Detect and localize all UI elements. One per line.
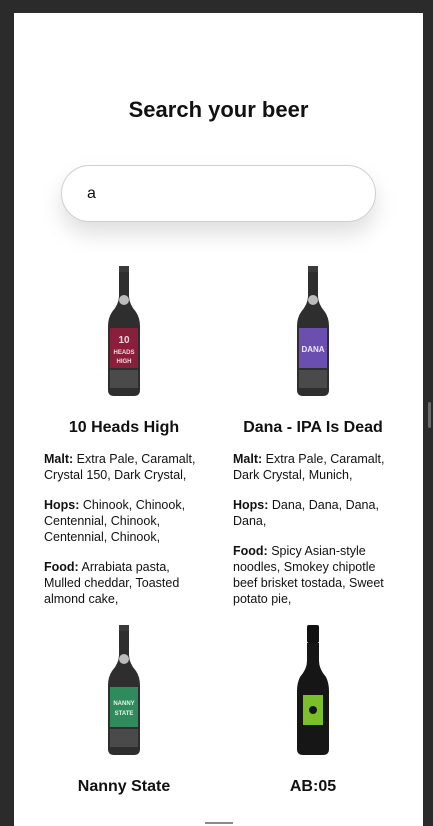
beer-bottle-image: NANNY STATE [108,625,140,755]
svg-text:STATE: STATE [115,711,134,717]
beer-bottle-image [297,625,329,755]
beer-card[interactable]: DANA Dana - IPA Is Dead Malt: Extra Pale… [233,266,393,607]
svg-text:10: 10 [118,335,130,346]
beer-hops: Hops: Dana, Dana, Dana, Dana, [233,497,393,529]
page-title: Search your beer [128,97,309,122]
app-window: Search your beer 10 HEADS HIGH 10 Heads … [14,13,423,826]
beer-food: Food: Spicy Asian-style noodles, Smokey … [233,543,393,607]
beer-card[interactable]: 10 HEADS HIGH 10 Heads High Malt: Extra … [44,266,204,607]
window-frame-top [0,0,433,13]
malt-label: Malt: [44,452,74,466]
beer-malt: Malt: Extra Pale, Caramalt, Dark Crystal… [233,451,393,483]
svg-text:NANNY: NANNY [113,701,134,707]
malt-label: Malt: [233,452,263,466]
scrollbar-thumb[interactable] [428,402,431,428]
beer-hops: Hops: Chinook, Chinook, Centennial, Chin… [44,497,204,545]
beer-malt: Malt: Extra Pale, Caramalt, Crystal 150,… [44,451,204,483]
food-label: Food: [44,560,79,574]
beer-name: Nanny State [77,778,171,795]
beer-bottle-image: 10 HEADS HIGH [108,266,140,396]
beer-name: AB:05 [289,778,337,795]
search-input[interactable] [61,165,376,222]
beer-card[interactable]: NANNY STATE Nanny State [44,625,204,796]
beer-name: Dana - IPA Is Dead [243,419,383,436]
svg-text:HIGH: HIGH [117,359,132,365]
hops-label: Hops: [44,498,80,512]
beer-bottle-image: DANA [297,266,329,396]
beer-food: Food: Arrabiata pasta, Mulled cheddar, T… [44,559,204,607]
beer-name: 10 Heads High [68,419,180,436]
food-label: Food: [233,544,268,558]
beer-card[interactable]: AB:05 [233,625,393,796]
svg-text:DANA: DANA [301,345,324,354]
home-indicator [205,822,233,824]
svg-text:HEADS: HEADS [113,350,134,356]
hops-label: Hops: [233,498,269,512]
